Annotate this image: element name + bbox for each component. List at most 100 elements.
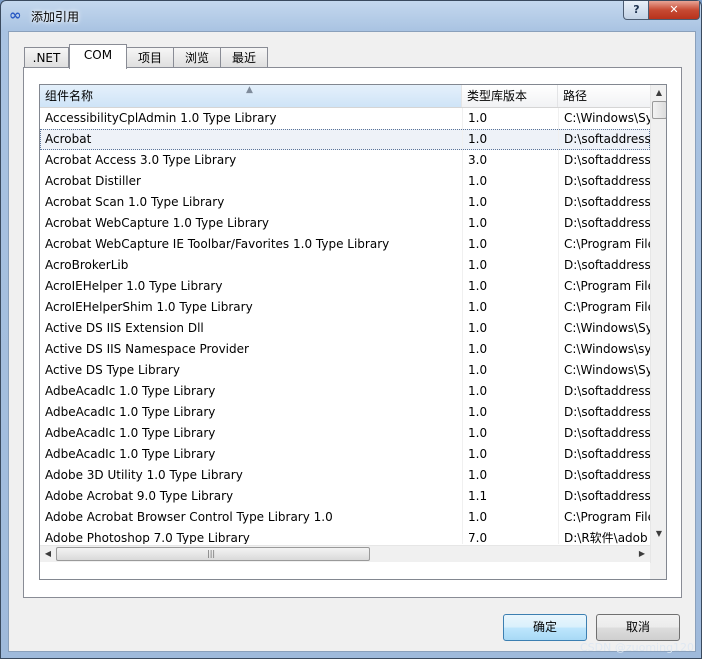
cell-path: D:\softaddress [558,465,650,486]
vertical-scroll-thumb[interactable] [652,101,666,119]
table-row[interactable]: Acrobat Distiller 1.0 D:\softaddress [40,171,650,192]
table-row[interactable]: Active DS IIS Extension Dll 1.0 C:\Windows… [40,318,650,339]
visual-studio-icon: ∞ [9,6,22,24]
tab-projects[interactable]: 项目 [126,47,174,68]
table-row[interactable]: Acrobat WebCapture 1.0 Type Library 1.0 D:… [40,213,650,234]
com-tab-panel: 组件名称 ▲ 类型库版本 路径 AccessibilityCplAdmin 1.… [23,67,682,598]
tab-com[interactable]: COM [69,44,127,69]
table-row[interactable]: AdbeAcadIc 1.0 Type Library 1.0 D:\softadd… [40,444,650,465]
scroll-right-icon[interactable]: ▶ [634,546,650,562]
scroll-left-icon[interactable]: ◀ [40,546,56,562]
cell-typelib-version: 1.0 [462,318,558,339]
cell-typelib-version: 1.0 [462,381,558,402]
cell-component-name: AccessibilityCplAdmin 1.0 Type Library [45,111,277,125]
scrollbar-corner [650,563,666,579]
table-row[interactable]: AcroIEHelperShim 1.0 Type Library 1.0 C:\P… [40,297,650,318]
horizontal-scrollbar[interactable]: ◀ ||| ▶ [40,545,650,562]
window-title: 添加引用 [31,10,80,24]
cell-path: D:\softaddress [558,486,650,507]
cell-path: D:\softaddress [558,150,650,171]
cell-typelib-version: 1.0 [462,192,558,213]
title-bar[interactable]: ∞ 添加引用 ? ✕ [1,1,701,31]
column-header-label: 组件名称 [45,89,94,103]
table-row[interactable]: Adobe Photoshop 7.0 Type Library 7.0 D:\R软… [40,528,650,544]
help-button[interactable]: ? [623,1,650,20]
cell-component-name: AdbeAcadIc 1.0 Type Library [45,384,216,398]
cell-path: D:\softaddress [558,402,650,423]
table-row[interactable]: AcroBrokerLib 1.0 D:\softaddress [40,255,650,276]
cell-typelib-version: 1.0 [462,339,558,360]
table-row[interactable]: Acrobat Scan 1.0 Type Library 1.0 D:\softa… [40,192,650,213]
horizontal-scroll-thumb[interactable]: ||| [56,547,370,561]
cell-component-name: Active DS Type Library [45,363,180,377]
cell-component-name: Acrobat Access 3.0 Type Library [45,153,237,167]
table-row[interactable]: AdbeAcadIc 1.0 Type Library 1.0 D:\softadd… [40,381,650,402]
table-row[interactable]: AdbeAcadIc 1.0 Type Library 1.0 D:\softadd… [40,423,650,444]
cell-component-name: Acrobat Scan 1.0 Type Library [45,195,225,209]
cell-typelib-version: 7.0 [462,528,558,544]
ok-button[interactable]: 确定 [503,614,587,641]
cell-typelib-version: 1.0 [462,129,558,150]
cell-component-name: Adobe Acrobat 9.0 Type Library [45,489,234,503]
cell-typelib-version: 1.0 [462,255,558,276]
dialog-client-area: .NET COM 项目 浏览 最近 组件名称 ▲ 类型库版本 路径 Access… [8,31,696,652]
cell-path: D:\softaddress [558,192,650,213]
cell-component-name: Acrobat Distiller [45,174,141,188]
column-header-component-name[interactable]: 组件名称 ▲ [40,85,462,107]
cancel-button[interactable]: 取消 [596,614,680,641]
cell-component-name: Acrobat WebCapture 1.0 Type Library [45,216,270,230]
cell-path: C:\Windows\sy [558,339,650,360]
cell-typelib-version: 1.0 [462,360,558,381]
watermark: CSDN @zuoming120 [580,641,695,654]
cell-component-name: AcroBrokerLib [45,258,129,272]
table-row[interactable]: Active DS Type Library 1.0 C:\Windows\Sy [40,360,650,381]
table-row[interactable]: Acrobat 1.0 D:\softaddress [40,129,650,150]
cell-typelib-version: 1.0 [462,213,558,234]
com-components-list[interactable]: 组件名称 ▲ 类型库版本 路径 AccessibilityCplAdmin 1.… [39,84,667,580]
scroll-down-icon[interactable]: ▼ [651,526,666,542]
table-row[interactable]: AccessibilityCplAdmin 1.0 Type Library 1.… [40,108,650,129]
table-row[interactable]: Acrobat Access 3.0 Type Library 3.0 D:\sof… [40,150,650,171]
cell-path: C:\Windows\Sy [558,360,650,381]
cell-component-name: AdbeAcadIc 1.0 Type Library [45,447,216,461]
table-row[interactable]: Active DS IIS Namespace Provider 1.0 C:\Wi… [40,339,650,360]
sort-ascending-icon: ▲ [246,85,253,95]
table-row[interactable]: Adobe Acrobat 9.0 Type Library 1.1 D:\soft… [40,486,650,507]
cell-component-name: AdbeAcadIc 1.0 Type Library [45,426,216,440]
cell-typelib-version: 1.0 [462,276,558,297]
cell-typelib-version: 1.0 [462,507,558,528]
tab-recent[interactable]: 最近 [220,47,268,68]
tab-dotnet[interactable]: .NET [24,47,69,68]
table-row[interactable]: Adobe Acrobat Browser Control Type Libra… [40,507,650,528]
cell-typelib-version: 1.0 [462,402,558,423]
table-row[interactable]: AdbeAcadIc 1.0 Type Library 1.0 D:\softadd… [40,402,650,423]
cell-typelib-version: 3.0 [462,150,558,171]
scroll-up-icon[interactable]: ▲ [651,85,666,101]
cell-path: D:\softaddress [558,213,650,234]
cell-typelib-version: 1.0 [462,234,558,255]
cell-component-name: AcroIEHelperShim 1.0 Type Library [45,300,253,314]
cell-component-name: Active DS IIS Namespace Provider [45,342,249,356]
vertical-scrollbar[interactable]: ▲ ▼ [650,85,666,563]
cell-typelib-version: 1.0 [462,465,558,486]
cell-path: C:\Program File [558,234,650,255]
cell-typelib-version: 1.0 [462,171,558,192]
table-row[interactable]: Acrobat WebCapture IE Toolbar/Favorites … [40,234,650,255]
list-header: 组件名称 ▲ 类型库版本 路径 [40,85,650,108]
cell-component-name: Active DS IIS Extension Dll [45,321,204,335]
cell-typelib-version: 1.1 [462,486,558,507]
column-header-typelib-version[interactable]: 类型库版本 [462,85,558,107]
tab-browse[interactable]: 浏览 [173,47,221,68]
column-header-path[interactable]: 路径 [558,85,650,107]
cell-path: C:\Windows\Sy [558,108,650,129]
cell-component-name: Adobe 3D Utility 1.0 Type Library [45,468,243,482]
close-button[interactable]: ✕ [648,1,700,20]
cell-path: D:\softaddress [558,381,650,402]
table-row[interactable]: Adobe 3D Utility 1.0 Type Library 1.0 D:\s… [40,465,650,486]
cell-typelib-version: 1.0 [462,108,558,129]
list-rows: AccessibilityCplAdmin 1.0 Type Library 1.… [40,108,650,544]
cell-path: C:\Program File [558,507,650,528]
cell-typelib-version: 1.0 [462,444,558,465]
cell-component-name: Acrobat [45,132,92,146]
table-row[interactable]: AcroIEHelper 1.0 Type Library 1.0 C:\Progr… [40,276,650,297]
